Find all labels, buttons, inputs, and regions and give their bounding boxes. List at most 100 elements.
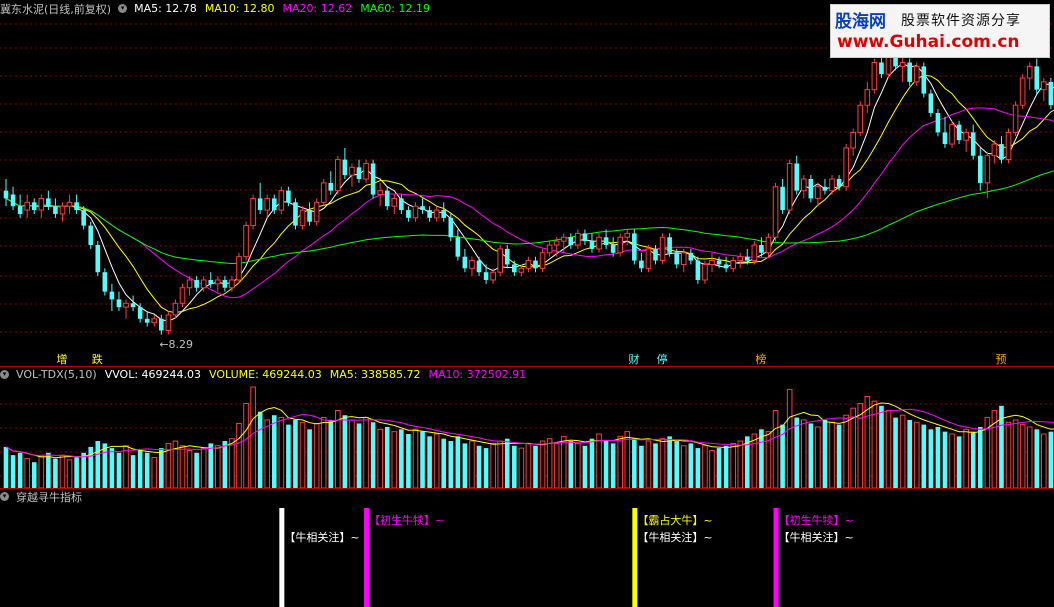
settings-icon[interactable]: ▾ (0, 370, 9, 379)
candle-body (427, 210, 432, 218)
candle-body (391, 197, 398, 207)
candle-body (984, 155, 991, 184)
candle-body (864, 89, 871, 106)
candle-body (144, 318, 150, 323)
volume-bar (10, 455, 16, 488)
volume-bar (716, 448, 722, 488)
candle-body (349, 166, 355, 176)
candle-body (420, 206, 425, 211)
candle-body (250, 197, 256, 227)
volume-bar (320, 417, 327, 489)
candle-body (320, 182, 327, 203)
candle-body (879, 62, 884, 75)
event-marker[interactable]: 预 (995, 351, 1006, 367)
volume-bar (794, 417, 800, 488)
volume-bar (412, 428, 419, 489)
candle-body (88, 225, 94, 246)
candle-body (871, 61, 878, 91)
candle-body (81, 210, 86, 226)
volume-bar (688, 443, 694, 488)
candle-body (469, 260, 475, 269)
signal-label: 【牛相关注】~ (778, 531, 854, 544)
volume-bar (46, 452, 51, 488)
event-marker[interactable]: 增 (56, 351, 67, 367)
volume-bar (257, 411, 263, 488)
event-marker[interactable]: 财 (628, 351, 639, 367)
signal-label: 【霸占大牛】~ (637, 514, 713, 527)
candle-body (596, 236, 602, 250)
candle-body (335, 159, 341, 192)
volume-bar (737, 440, 744, 489)
volume-bar (194, 452, 199, 488)
signal-label: 【牛相关注】~ (637, 531, 713, 544)
candle-body (179, 287, 186, 304)
volume-bar (102, 443, 108, 488)
ma20-line (5, 107, 1054, 299)
candle-body (907, 62, 912, 82)
volume-bar (1034, 429, 1040, 488)
candle-body (815, 186, 821, 199)
signal-panel-header: ▾ 穿越寻牛指标 (0, 489, 82, 504)
candle-body (307, 210, 312, 222)
volume-bar (222, 441, 228, 488)
indicator-title: 穿越寻牛指标 (16, 490, 82, 504)
volume-bar (879, 405, 884, 488)
volume-bar (229, 438, 235, 489)
volume-bar (822, 419, 828, 488)
candle-body (194, 279, 199, 288)
candle-body (116, 299, 122, 308)
candle-body (59, 205, 66, 215)
candle-body (836, 179, 842, 187)
candle-body (462, 256, 468, 269)
ma-label: MA10: 12.80 (204, 2, 275, 15)
settings-icon[interactable]: ▾ (0, 492, 9, 501)
volume-bar (286, 424, 291, 488)
candle-body (483, 272, 489, 280)
volume-panel-header: ▾ VOL-TDX(5,10) VVOL: 469244.03 VOLUME: 46… (0, 367, 526, 382)
volume-bar (808, 423, 814, 488)
signal-panel-divider (0, 488, 1054, 489)
candle-body (342, 159, 348, 176)
ma-label: MA5: 12.78 (134, 2, 197, 15)
candle-body (935, 112, 941, 133)
volume-bar (356, 423, 362, 488)
volume-bar (186, 449, 193, 489)
volume-bar (391, 431, 398, 489)
volume-bar (843, 414, 849, 489)
ma5-line (5, 62, 1054, 322)
volume-bar (88, 446, 94, 488)
candle-body (949, 124, 955, 145)
settings-icon[interactable]: ▾ (118, 4, 128, 13)
kline-chart (0, 23, 1054, 607)
volume-bar (427, 436, 432, 488)
volume-bar (420, 431, 425, 488)
candle-body (759, 245, 764, 253)
candle-body (829, 178, 835, 192)
event-marker[interactable]: 停 (657, 351, 668, 367)
candle-body (293, 202, 298, 226)
chart-stage: 冀东水泥(日线,前复权) ▾ MA5: 12.78 MA10: 12.80 MA20… (0, 0, 1054, 607)
volume-bar (1041, 433, 1047, 489)
volume-bar (179, 445, 186, 489)
volume-bar (342, 415, 348, 488)
volume-bar (377, 428, 383, 489)
volume-bar (786, 388, 793, 489)
candle-body (1048, 81, 1054, 106)
candle-body (575, 232, 581, 246)
candle-body (165, 314, 172, 331)
candle-body (589, 241, 595, 249)
event-marker[interactable]: 榜 (755, 351, 766, 367)
volume-bar (653, 443, 658, 488)
volume-bar (504, 438, 510, 488)
candle-body (95, 245, 101, 273)
candle-body (151, 318, 158, 324)
candle-body (356, 167, 362, 179)
volume-label: VVOL: 469244.03 (104, 368, 202, 381)
volume-bar (949, 433, 955, 489)
volume-bar (59, 454, 66, 489)
candle-body (737, 256, 744, 262)
event-marker[interactable]: 跌 (92, 351, 103, 367)
volume-bar (695, 448, 701, 488)
volume-bar (38, 455, 45, 489)
candle-body (780, 186, 785, 211)
